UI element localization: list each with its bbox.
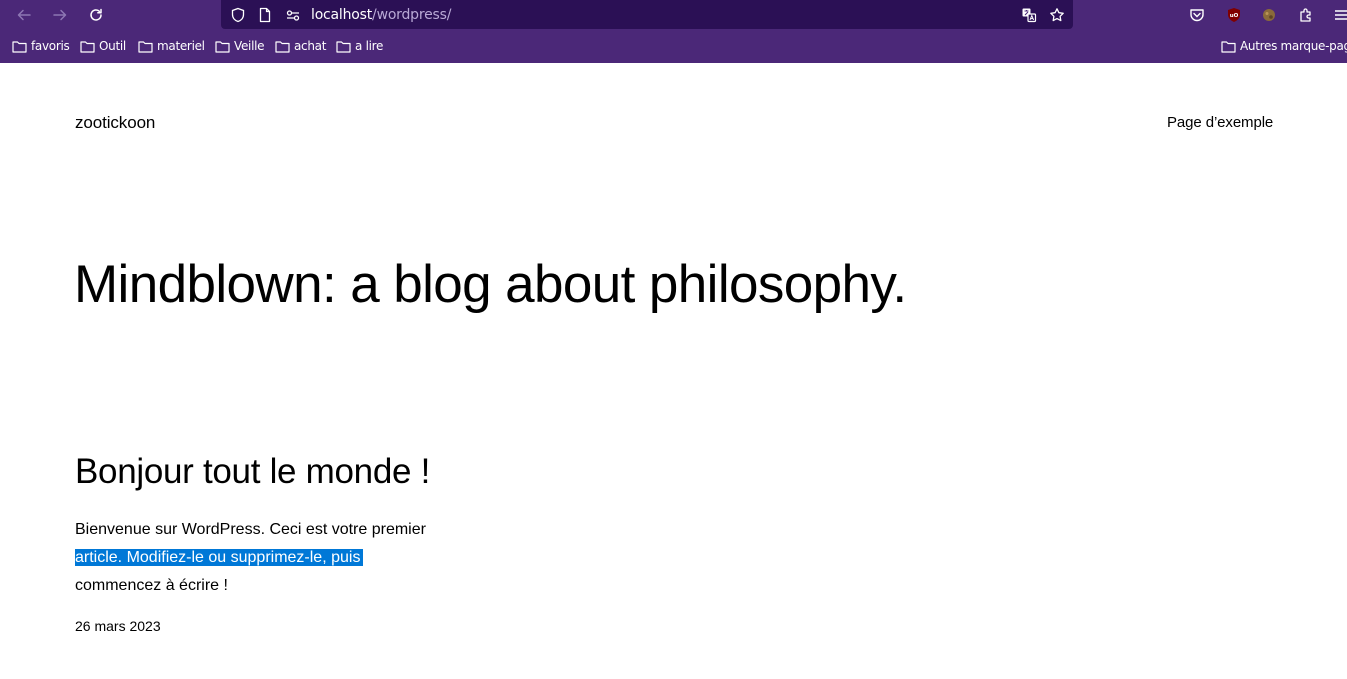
excerpt-line-selected: article. Modifiez-le ou supprimez-le, pu… (75, 549, 364, 566)
reload-icon (90, 8, 102, 21)
other-bookmarks-folder[interactable]: Autres marque-pages (1221, 39, 1347, 53)
page-icon[interactable] (256, 6, 273, 23)
bookmark-folder-materiel[interactable]: materiel (138, 39, 205, 53)
reload-button[interactable] (84, 4, 108, 26)
url-path: /wordpress/ (372, 7, 452, 23)
folder-icon (275, 40, 290, 53)
site-title[interactable]: zootickoon (75, 113, 155, 133)
bookmark-label: Veille (234, 39, 265, 53)
ublock-origin-icon[interactable]: uO (1224, 5, 1244, 25)
bookmark-label: materiel (157, 39, 205, 53)
folder-icon (1221, 40, 1236, 53)
bookmark-star-icon[interactable] (1048, 6, 1065, 23)
folder-icon (215, 40, 230, 53)
extension-globe-icon[interactable] (1259, 5, 1279, 25)
post-excerpt: Bienvenue sur WordPress. Ceci est votre … (75, 516, 455, 600)
forward-button[interactable] (48, 4, 72, 26)
other-bookmarks-label: Autres marque-pages (1240, 39, 1347, 53)
browser-chrome: localhost/wordpress/ uO favoris Outil ma… (0, 0, 1347, 63)
hero-heading: Mindblown: a blog about philosophy. (74, 255, 907, 314)
bookmark-folder-veille[interactable]: Veille (215, 39, 265, 53)
back-button[interactable] (12, 4, 36, 26)
folder-icon (12, 40, 27, 53)
folder-icon (80, 40, 95, 53)
extensions-puzzle-icon[interactable] (1296, 5, 1316, 25)
bookmark-folder-favoris[interactable]: favoris (12, 39, 70, 53)
url-host: localhost (311, 7, 373, 23)
excerpt-line: Bienvenue sur WordPress. Ceci est votre … (75, 521, 426, 538)
bookmark-folder-achat[interactable]: achat (275, 39, 326, 53)
menu-icon[interactable] (1331, 5, 1347, 25)
translate-icon[interactable] (1020, 6, 1037, 23)
arrow-right-icon (53, 9, 67, 21)
pocket-icon[interactable] (1187, 5, 1207, 25)
bookmarks-toolbar: favoris Outil materiel Veille achat a li… (0, 36, 1347, 60)
excerpt-line: commencez à écrire ! (75, 577, 228, 594)
shield-icon[interactable] (229, 6, 246, 23)
post-date[interactable]: 26 mars 2023 (75, 618, 161, 634)
bookmark-folder-a-lire[interactable]: a lire (336, 39, 383, 53)
bookmark-label: Outil (99, 39, 126, 53)
svg-text:uO: uO (1230, 13, 1239, 19)
site-permissions-icon[interactable] (284, 6, 301, 23)
post-title[interactable]: Bonjour tout le monde ! (75, 452, 430, 492)
bookmark-label: a lire (355, 39, 384, 53)
bookmark-label: achat (294, 39, 327, 53)
url-text[interactable]: localhost/wordpress/ (311, 7, 451, 23)
folder-icon (336, 40, 351, 53)
folder-icon (138, 40, 153, 53)
nav-link-sample-page[interactable]: Page d’exemple (1167, 114, 1273, 131)
bookmark-folder-outil[interactable]: Outil (80, 39, 126, 53)
arrow-left-icon (17, 9, 31, 21)
bookmark-label: favoris (31, 39, 70, 53)
navigation-toolbar: localhost/wordpress/ uO (0, 0, 1347, 31)
address-bar[interactable]: localhost/wordpress/ (221, 0, 1073, 29)
